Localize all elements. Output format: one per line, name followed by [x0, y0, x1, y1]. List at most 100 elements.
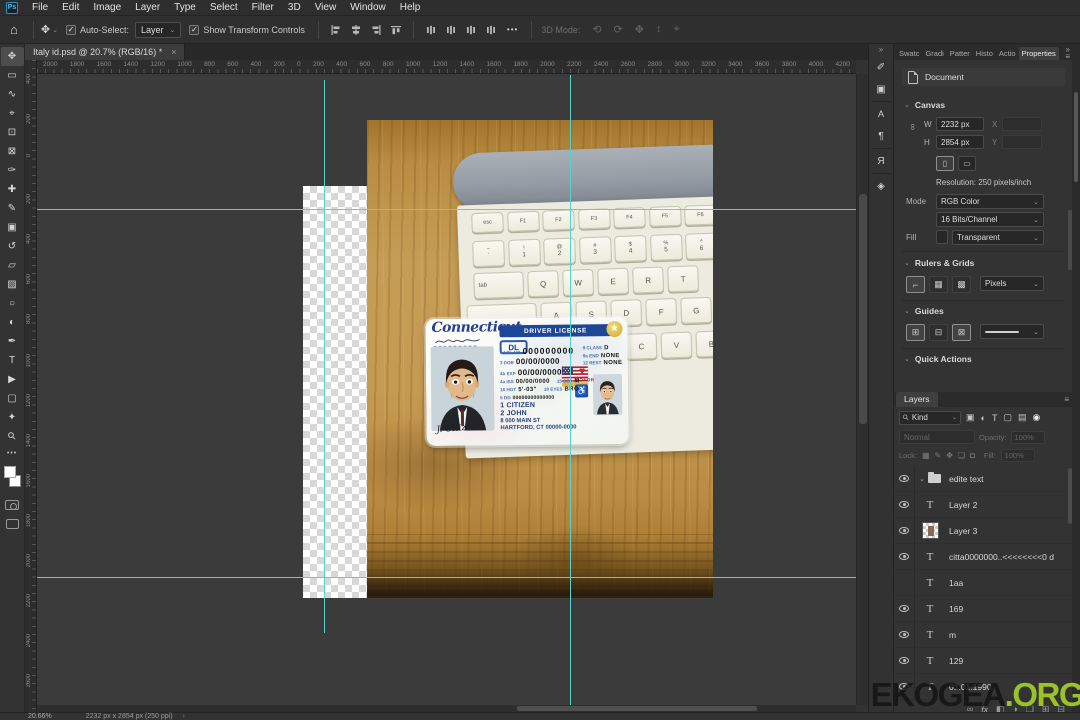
brush-tool[interactable]: ✎ — [1, 199, 24, 218]
filter-pin-icon[interactable]: ◉ — [1032, 412, 1040, 423]
eye-icon[interactable] — [899, 527, 909, 534]
distribute-right-icon[interactable] — [482, 22, 500, 38]
scrollbar-thumb[interactable] — [859, 194, 867, 424]
layer-row[interactable]: Layer 3 — [894, 517, 1073, 544]
toggle-rulers-icon[interactable]: ⌐ — [906, 276, 925, 293]
portrait-orientation-button[interactable]: ▯ — [936, 156, 954, 171]
opacity-field[interactable]: 100% — [1010, 430, 1045, 444]
layer-row[interactable]: T 129 — [894, 647, 1073, 674]
eraser-tool[interactable]: ▱ — [1, 256, 24, 275]
layer-row[interactable]: T 1aa — [894, 569, 1073, 596]
visibility-cell[interactable] — [894, 466, 915, 492]
visibility-cell[interactable] — [894, 647, 915, 674]
menu-window[interactable]: Window — [343, 0, 393, 16]
filter-smart-objects-icon[interactable]: ▤ — [1018, 412, 1027, 423]
visibility-cell[interactable] — [894, 543, 915, 570]
layer-row[interactable]: Tcitta0000000..<<<<<<<<0 d — [894, 543, 1073, 570]
menu-type[interactable]: Type — [167, 0, 203, 16]
rulers-grids-section-header[interactable]: ⌄ Rulers & Grids — [904, 258, 974, 268]
visibility-cell[interactable] — [894, 491, 915, 518]
dodge-tool[interactable]: ◐ — [1, 313, 24, 332]
scrollbar-thumb[interactable] — [1074, 92, 1078, 182]
chevron-right-icon[interactable]: › — [183, 713, 185, 720]
fill-swatch[interactable] — [936, 230, 948, 244]
y-field[interactable] — [1002, 135, 1042, 149]
glyphs-panel-icon[interactable]: Я — [870, 150, 893, 172]
layer-name[interactable]: 129 — [949, 656, 963, 666]
panel-menu-icon[interactable]: ≡ — [1064, 395, 1069, 404]
menu-view[interactable]: View — [308, 0, 344, 16]
fill-field[interactable]: 100% — [1000, 448, 1035, 462]
horizontal-scrollbar[interactable] — [37, 705, 856, 712]
move-tool-preset-icon[interactable]: ✥ — [41, 23, 50, 36]
object-selection-tool[interactable]: ⌖ — [1, 104, 24, 123]
blend-mode-dropdown[interactable]: Normal — [899, 430, 975, 444]
panel-menu-icon[interactable]: ≡ — [1065, 53, 1070, 61]
zoom-level-field[interactable]: 20.66% — [28, 713, 52, 720]
tab-histo[interactable]: Histo — [973, 47, 996, 60]
layers-tab[interactable]: Layers — [896, 392, 938, 407]
layer-name[interactable]: 169 — [949, 604, 963, 614]
filter-type-layers-icon[interactable]: T — [992, 413, 998, 423]
close-icon[interactable]: × — [171, 47, 176, 57]
toggle-snap-icon[interactable]: ▩ — [952, 276, 971, 293]
history-brush-tool[interactable]: ↺ — [1, 237, 24, 256]
layer-row[interactable]: ⌄ edite text — [894, 466, 1073, 492]
link-dimensions-icon[interactable]: ∞ — [908, 124, 918, 130]
blur-tool[interactable]: ○ — [1, 294, 24, 313]
eye-icon[interactable] — [899, 631, 909, 638]
guides-from-shape-icon[interactable]: ⊟ — [929, 324, 948, 341]
distribute-center-icon[interactable] — [442, 22, 460, 38]
auto-select-dropdown[interactable]: Layer ⌄ — [134, 21, 182, 38]
pen-tool[interactable]: ✒ — [1, 332, 24, 351]
foreground-background-colors[interactable] — [1, 462, 24, 494]
healing-brush-tool[interactable]: ✚ — [1, 180, 24, 199]
layer-filter-dropdown[interactable]: ⚲ Kind ⌄ — [899, 410, 961, 425]
path-selection-tool[interactable]: ▶ — [1, 370, 24, 389]
tab-properties[interactable]: Properties — [1018, 47, 1059, 60]
screen-mode-icon[interactable] — [5, 519, 19, 529]
visibility-cell[interactable] — [894, 621, 915, 648]
lock-all-icon[interactable]: ◘ — [970, 451, 975, 460]
ruler-units-dropdown[interactable]: Pixels ⌄ — [980, 276, 1044, 291]
canvas-viewport[interactable]: esc F1 F2 F3 F4 F5 F6 ~ `! 1 @2 #3 $4% 5 ^ 6 tab Q W E R T A S D… — [37, 74, 856, 705]
tab-gradi[interactable]: Gradi — [922, 47, 946, 60]
horizontal-ruler[interactable]: 2000 1800 1600 1400 1200 1000 800 600 400 200 0 200… — [37, 60, 856, 74]
filter-adjustment-layers-icon[interactable]: ◐ — [981, 413, 986, 423]
layer-row[interactable]: Tm — [894, 621, 1073, 648]
layer-name[interactable]: Layer 3 — [949, 526, 977, 536]
lasso-tool[interactable]: ∿ — [1, 85, 24, 104]
tab-swatc[interactable]: Swatc — [896, 47, 922, 60]
character-panel-icon[interactable]: A — [870, 103, 893, 125]
tab-patter[interactable]: Patter — [947, 47, 973, 60]
home-icon[interactable]: ⌂ — [10, 22, 18, 37]
document-tab[interactable]: Italy id.psd @ 20.7% (RGB/16) * × — [25, 44, 186, 60]
tab-actio[interactable]: Actio — [996, 47, 1019, 60]
landscape-orientation-button[interactable]: ▭ — [958, 156, 976, 171]
menu-help[interactable]: Help — [393, 0, 428, 16]
clear-guides-icon[interactable]: ⊠ — [952, 324, 971, 341]
type-tool[interactable]: T — [1, 351, 24, 370]
clone-stamp-tool[interactable]: ▣ — [1, 218, 24, 237]
bit-depth-dropdown[interactable]: 16 Bits/Channel ⌄ — [936, 212, 1044, 227]
marquee-tool[interactable]: ▭ — [1, 66, 24, 85]
gradient-tool[interactable]: ▨ — [1, 275, 24, 294]
guides-section-header[interactable]: ⌄ Guides — [904, 306, 944, 316]
eyedropper-tool[interactable]: ✑ — [1, 161, 24, 180]
guide-horizontal-2[interactable] — [37, 577, 856, 578]
visibility-cell[interactable] — [894, 517, 915, 544]
vertical-ruler[interactable]: 400 200 0 200 400 600 800 1000 1200 1400 1600 1800 2… — [25, 60, 37, 712]
guide-style-dropdown[interactable]: ⌄ — [980, 324, 1044, 339]
eye-icon[interactable] — [899, 501, 909, 508]
eye-icon[interactable] — [899, 475, 909, 482]
app-right-scrollbar[interactable] — [1072, 44, 1080, 712]
brush-settings-panel-icon[interactable]: ✐ — [870, 56, 893, 78]
more-options-icon[interactable]: ••• — [507, 25, 518, 34]
align-horizontal-centers-icon[interactable] — [347, 22, 365, 38]
chevron-down-icon[interactable]: ⌄ — [919, 475, 925, 483]
lock-position-icon[interactable]: ✥ — [946, 451, 953, 460]
layer-name[interactable]: 1aa — [949, 578, 963, 588]
distribute-left-icon[interactable] — [422, 22, 440, 38]
clone-source-panel-icon[interactable]: ▣ — [870, 78, 893, 100]
3d-panel-icon[interactable]: ◈ — [870, 175, 893, 197]
